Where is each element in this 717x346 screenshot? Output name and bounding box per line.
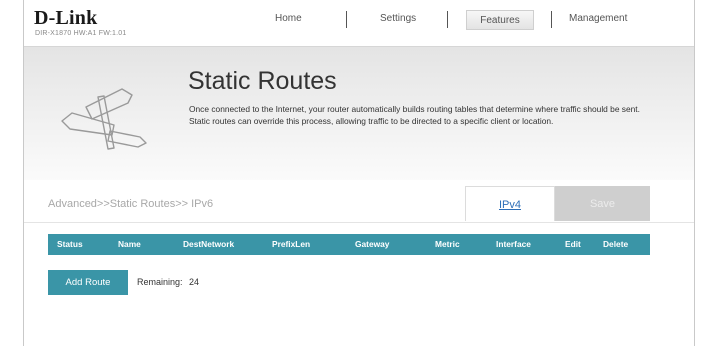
add-route-button[interactable]: Add Route [48,270,128,295]
page-description: Once connected to the Internet, your rou… [189,104,640,126]
page-title: Static Routes [188,67,337,95]
column-status: Status [57,239,83,249]
nav-home[interactable]: Home [275,13,302,24]
column-metric: Metric [435,239,460,249]
ipv4-link-button[interactable]: IPv4 [465,186,555,221]
column-interface: Interface [496,239,531,249]
nav-separator [346,11,347,28]
column-name: Name [118,239,141,249]
nav-management[interactable]: Management [569,13,627,24]
model-info: DIR-X1870 HW:A1 FW:1.01 [35,30,127,37]
nav-settings[interactable]: Settings [380,13,416,24]
save-button[interactable]: Save [555,186,650,221]
router-admin-frame: D-Link DIR-X1870 HW:A1 FW:1.01 Home Sett… [23,0,695,346]
breadcrumb: Advanced>>Static Routes>> IPv6 [48,198,214,210]
nav-separator [447,11,448,28]
remaining-label: Remaining: [137,277,183,287]
nav-features[interactable]: Features [466,10,534,30]
column-gateway: Gateway [355,239,390,249]
signpost-icon [61,88,147,150]
column-delete: Delete [603,239,629,249]
page-banner: Static Routes Once connected to the Inte… [24,46,694,181]
remaining-count: 24 [189,277,200,287]
routes-table-header: Status Name DestNetwork PrefixLen Gatewa… [48,234,650,255]
column-edit: Edit [565,239,581,249]
top-header: D-Link DIR-X1870 HW:A1 FW:1.01 Home Sett… [24,0,694,46]
dlink-logo: D-Link [34,7,98,29]
column-destnetwork: DestNetwork [183,239,235,249]
column-prefixlen: PrefixLen [272,239,311,249]
nav-separator [551,11,552,28]
